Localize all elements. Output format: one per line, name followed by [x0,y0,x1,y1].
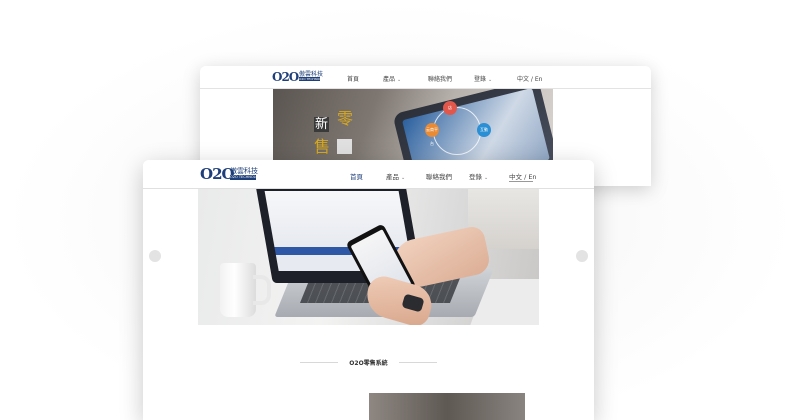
front-nav-products-label: 產品 [386,173,399,181]
back-nav-home[interactable]: 首頁 [347,74,359,83]
front-nav-login[interactable]: 登錄 ⌄ [469,171,488,181]
chevron-down-icon: ⌄ [401,175,406,181]
chevron-down-icon: ⌄ [397,77,402,83]
banner-char-box [337,139,352,154]
front-logo-mark[interactable]: O2O [200,165,235,183]
banner-ring [433,107,481,155]
banner-char-new: 新 [314,117,329,132]
back-nav-language[interactable]: 中文 / En [517,74,542,83]
back-hero-banner: 新 零 售 店 云商平台 互動 [273,89,553,161]
back-nav-login[interactable]: 登錄 ⌄ [474,74,492,83]
banner-char-sell: 售 [314,137,331,156]
front-nav-language[interactable]: 中文 / En [509,171,537,181]
front-nav-contact[interactable]: 聯絡我們 [426,171,452,181]
back-header-nav: O2O 傲雲科技 O2O TECHNOLOGY 首頁 產品⌄ 聯絡我們 登錄⌄ … [200,66,651,89]
front-header-nav: O2O 傲雲科技 O2O TECHNOLOGY 首頁 產品⌄ 聯絡我們 登錄⌄ … [143,160,594,189]
banner-bubble-store: 店 [443,101,457,115]
slider-next-button[interactable] [576,250,588,262]
back-nav-products-label: 產品 [383,76,396,83]
language-underline [509,181,533,182]
banner-bubble-interact: 互動 [477,123,491,137]
back-nav-products[interactable]: 產品 ⌄ [383,74,401,83]
front-nav-home[interactable]: 首頁 [350,171,363,181]
chevron-down-icon: ⌄ [484,175,489,181]
section-divider-right [399,362,437,363]
chevron-down-icon: ⌄ [488,77,493,83]
section-title: O2O零售系統 [349,360,388,367]
hero-mug-handle [253,275,271,305]
banner-char-zero: 零 [337,109,354,128]
banner-bubble-platform: 云商平台 [425,123,439,146]
front-hero-slider [198,189,539,325]
front-nav-products[interactable]: 產品 ⌄ [386,171,405,181]
back-logo-sub: O2O TECHNOLOGY [299,77,320,81]
front-logo-sub: O2O TECHNOLOGY [230,175,256,180]
back-nav-contact[interactable]: 聯絡我們 [428,74,452,83]
section-divider-left [300,362,338,363]
back-logo-mark[interactable]: O2O [272,70,299,84]
front-nav-login-label: 登錄 [469,173,482,181]
back-nav-login-label: 登錄 [474,76,487,83]
section-preview-image [369,393,525,420]
front-browser-window: O2O 傲雲科技 O2O TECHNOLOGY 首頁 產品⌄ 聯絡我們 登錄⌄ … [143,160,594,420]
slider-prev-button[interactable] [149,250,161,262]
hero-mug [220,263,256,317]
